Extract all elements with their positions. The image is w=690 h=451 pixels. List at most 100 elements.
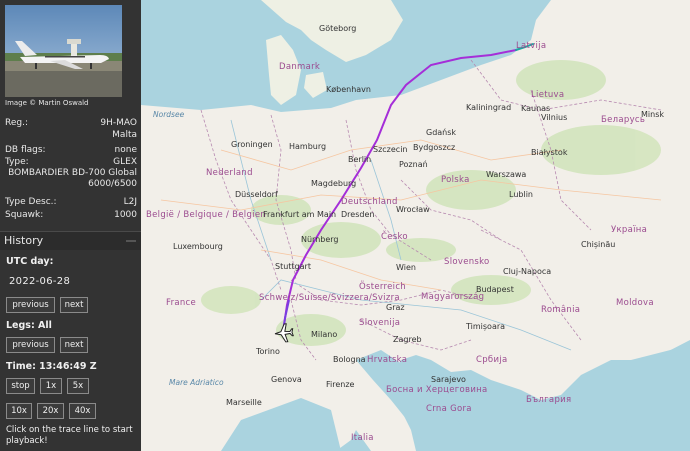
db-flags-row: DB flags: none bbox=[5, 145, 137, 156]
label-romania: România bbox=[541, 305, 581, 315]
label-bydgoszcz: Bydgoszcz bbox=[413, 143, 456, 152]
label-gdansk: Gdańsk bbox=[426, 128, 457, 137]
history-header[interactable]: History bbox=[0, 231, 141, 250]
label-danmark: Danmark bbox=[279, 62, 321, 72]
label-belgie: België / Belgique / Belgien bbox=[146, 210, 267, 220]
label-frankfurt: Frankfurt am Main bbox=[263, 210, 337, 219]
legs-label: Legs: All bbox=[6, 320, 52, 331]
label-budapest-area: Budapest bbox=[476, 285, 514, 294]
label-warszawa: Warszawa bbox=[486, 170, 527, 179]
aircraft-photo-image bbox=[5, 5, 122, 97]
type-desc-label: Type Desc.: bbox=[5, 197, 57, 207]
label-milano: Milano bbox=[311, 330, 338, 339]
label-crna-gora: Crna Gora bbox=[426, 404, 472, 414]
label-nederland: Nederland bbox=[206, 168, 253, 178]
label-osterreich: Österreich bbox=[359, 282, 406, 292]
utc-day-label: UTC day: bbox=[6, 256, 54, 267]
label-marseille-area: Marseille bbox=[226, 398, 262, 407]
playback-help-text: Click on the trace line to start playbac… bbox=[6, 425, 133, 446]
history-title: History bbox=[4, 234, 44, 247]
label-slovenija: Slovenija bbox=[359, 318, 401, 328]
squawk-label: Squawk: bbox=[5, 210, 44, 220]
collapse-icon[interactable] bbox=[126, 240, 136, 242]
label-minsk: Minsk bbox=[641, 110, 664, 119]
label-hamburg: Hamburg bbox=[289, 142, 327, 151]
label-nurnberg: Nürnberg bbox=[301, 235, 339, 244]
photo-credit: Image © Martin Oswald bbox=[5, 99, 89, 107]
registration-label: Reg.: bbox=[5, 118, 28, 128]
previous-day-button[interactable]: previous bbox=[6, 297, 55, 313]
label-vilnius: Vilnius bbox=[541, 113, 568, 122]
country-row: Malta bbox=[5, 130, 137, 141]
label-bosnia: Босна и Херцеговина bbox=[386, 385, 488, 395]
label-poznan: Poznań bbox=[399, 160, 428, 169]
label-genova: Genova bbox=[271, 375, 302, 384]
map-view[interactable]: Danmark Latvija Lietuva Nederland België… bbox=[141, 0, 690, 451]
label-luxembourg: Luxembourg bbox=[173, 242, 223, 251]
label-latvija: Latvija bbox=[516, 41, 547, 51]
next-day-button[interactable]: next bbox=[60, 297, 88, 313]
label-wroclaw: Wrocław bbox=[396, 205, 430, 214]
label-ukraina: Україна bbox=[611, 225, 648, 235]
label-berlin: Berlin bbox=[348, 155, 372, 164]
registration-value: 9H-MAO bbox=[100, 118, 137, 128]
label-timisoara: Timișoara bbox=[466, 322, 506, 331]
label-torino: Torino bbox=[256, 347, 280, 356]
speed-1x-button[interactable]: 1x bbox=[40, 378, 62, 394]
type-desc-row: Type Desc.: L2J bbox=[5, 197, 137, 208]
type-model-line2: 6000/6500 bbox=[88, 179, 137, 189]
label-cesko: Česko bbox=[381, 232, 408, 242]
label-cluj-napoca: Cluj-Napoca bbox=[503, 267, 552, 276]
label-lietuva: Lietuva bbox=[531, 90, 565, 100]
type-row: Type: GLEX bbox=[5, 157, 137, 168]
label-bialystok: Białystok bbox=[531, 148, 568, 157]
squawk-row: Squawk: 1000 bbox=[5, 210, 137, 221]
label-szczecin: Szczecin bbox=[373, 145, 408, 154]
aircraft-sidebar: Image © Martin Oswald Reg.: 9H-MAO Malta… bbox=[0, 0, 141, 451]
label-stuttgart: Stuttgart bbox=[275, 262, 311, 271]
speed-10x-button[interactable]: 10x bbox=[6, 403, 32, 419]
label-hrvatska: Hrvatska bbox=[367, 355, 408, 365]
country-value: Malta bbox=[112, 130, 137, 140]
date-value: 2022-06-28 bbox=[9, 276, 71, 287]
type-desc-value: L2J bbox=[123, 197, 137, 207]
type-label: Type: bbox=[5, 157, 29, 167]
label-deutschland: Deutschland bbox=[341, 197, 398, 207]
label-kaunas: Kaunas bbox=[521, 104, 551, 113]
label-firenze: Firenze bbox=[326, 380, 355, 389]
aircraft-photo[interactable] bbox=[5, 5, 122, 97]
label-slovensko: Slovensko bbox=[444, 257, 490, 267]
next-leg-button[interactable]: next bbox=[60, 337, 88, 353]
type-model: BOMBARDIER BD-700 Global 6000/6500 bbox=[5, 168, 137, 190]
label-dresden: Dresden bbox=[341, 210, 375, 219]
label-france: France bbox=[166, 298, 197, 308]
label-srbija: Србија bbox=[476, 355, 508, 365]
registration-row: Reg.: 9H-MAO bbox=[5, 118, 137, 129]
label-belarus: Беларусь bbox=[601, 115, 646, 125]
speed-20x-button[interactable]: 20x bbox=[37, 403, 64, 419]
label-kyiv-area: Chișinău bbox=[581, 240, 616, 249]
label-lublin: Lublin bbox=[509, 190, 533, 199]
previous-leg-button[interactable]: previous bbox=[6, 337, 55, 353]
speed-40x-button[interactable]: 40x bbox=[69, 403, 96, 419]
label-graz: Graz bbox=[386, 303, 405, 312]
squawk-value: 1000 bbox=[114, 210, 137, 220]
label-bologna: Bologna bbox=[333, 355, 366, 364]
label-bulgaria: България bbox=[526, 395, 572, 405]
label-zagreb: Zagreb bbox=[393, 335, 422, 344]
speed-5x-button[interactable]: 5x bbox=[67, 378, 89, 394]
label-sea-ligurian: Mare Adriatico bbox=[169, 378, 224, 387]
db-flags-value: none bbox=[114, 145, 137, 155]
stop-button[interactable]: stop bbox=[6, 378, 35, 394]
label-kobenhavn: København bbox=[326, 85, 371, 94]
db-flags-label: DB flags: bbox=[5, 145, 46, 155]
type-value: GLEX bbox=[113, 157, 137, 167]
type-model-line1: BOMBARDIER BD-700 Global bbox=[8, 168, 137, 178]
label-kaliningrad: Kaliningrad bbox=[466, 103, 512, 112]
label-moldova: Moldova bbox=[616, 298, 654, 308]
label-polska: Polska bbox=[441, 175, 470, 185]
label-italia: Italia bbox=[351, 433, 374, 443]
time-label: Time: 13:46:49 Z bbox=[6, 361, 97, 372]
label-magyarorszag: Magyarország bbox=[421, 292, 485, 302]
label-nordsee: Nordsee bbox=[153, 110, 185, 119]
